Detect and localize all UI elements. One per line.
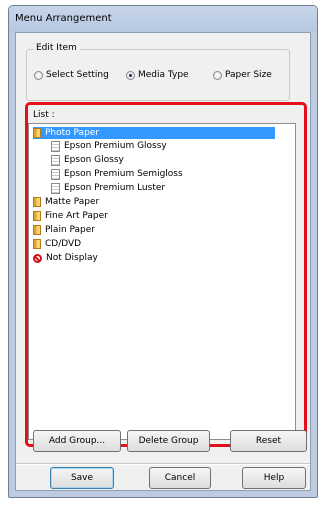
separator: [16, 463, 310, 465]
list-item-not-display[interactable]: Not Display: [33, 252, 98, 264]
radio-button-checked-icon: [126, 70, 135, 80]
radio-button-icon: [213, 70, 222, 80]
save-button[interactable]: Save: [50, 467, 114, 489]
paper-size-radio[interactable]: Paper Size: [213, 70, 272, 80]
title-bar[interactable]: Menu Arrangement: [9, 6, 317, 32]
list-item-plain-paper[interactable]: Plain Paper: [33, 224, 95, 236]
folder-icon: [33, 197, 41, 207]
list-item-label: Plain Paper: [45, 225, 95, 235]
add-group-button[interactable]: Add Group...: [33, 430, 121, 452]
folder-icon: [33, 128, 41, 138]
folder-icon: [33, 225, 41, 235]
paper-size-label: Paper Size: [225, 70, 272, 80]
document-icon: [51, 154, 60, 166]
no-entry-icon: [33, 253, 42, 263]
document-icon: [51, 182, 60, 194]
list-item-epson-premium-luster[interactable]: Epson Premium Luster: [51, 182, 165, 194]
list-item-label: Fine Art Paper: [45, 211, 108, 221]
edit-item-label: Edit Item: [33, 43, 80, 53]
list-item-cd-dvd[interactable]: CD/DVD: [33, 238, 81, 250]
list-item-label: Epson Premium Glossy: [64, 141, 167, 151]
document-icon: [51, 168, 60, 180]
list-item-label: Photo Paper: [45, 128, 100, 138]
delete-group-button[interactable]: Delete Group: [127, 430, 210, 452]
menu-list-tree[interactable]: Photo Paper Epson Premium Glossy Epson G…: [28, 123, 296, 440]
window-title: Menu Arrangement: [15, 13, 112, 24]
list-item-fine-art-paper[interactable]: Fine Art Paper: [33, 210, 108, 222]
list-item-label: Matte Paper: [45, 197, 100, 207]
menu-arrangement-window: Menu Arrangement Edit Item Select Settin…: [8, 5, 318, 498]
help-button[interactable]: Help: [242, 467, 306, 489]
media-type-radio[interactable]: Media Type: [126, 70, 189, 80]
radio-button-icon: [34, 70, 43, 80]
list-item-label: Epson Glossy: [64, 155, 124, 165]
folder-icon: [33, 211, 41, 221]
list-item-epson-premium-semigloss[interactable]: Epson Premium Semigloss: [51, 168, 183, 180]
cancel-button[interactable]: Cancel: [149, 467, 211, 489]
list-item-label: Epson Premium Luster: [64, 183, 166, 193]
list-item-photo-paper[interactable]: Photo Paper: [33, 127, 275, 139]
list-item-epson-premium-glossy[interactable]: Epson Premium Glossy: [51, 140, 167, 152]
list-item-label: Not Display: [46, 253, 98, 263]
edit-item-group: Edit Item Select Setting Media Type Pape…: [26, 43, 290, 101]
list-item-label: Epson Premium Semigloss: [64, 169, 183, 179]
select-setting-label: Select Setting: [46, 70, 109, 80]
list-label: List :: [33, 110, 55, 120]
media-type-label: Media Type: [138, 70, 189, 80]
list-item-epson-glossy[interactable]: Epson Glossy: [51, 154, 124, 166]
document-icon: [51, 140, 60, 152]
select-setting-radio[interactable]: Select Setting: [34, 70, 109, 80]
list-item-label: CD/DVD: [45, 239, 82, 249]
folder-icon: [33, 239, 41, 249]
list-item-matte-paper[interactable]: Matte Paper: [33, 196, 99, 208]
dialog-body: Edit Item Select Setting Media Type Pape…: [15, 32, 311, 491]
reset-button[interactable]: Reset: [230, 430, 307, 452]
